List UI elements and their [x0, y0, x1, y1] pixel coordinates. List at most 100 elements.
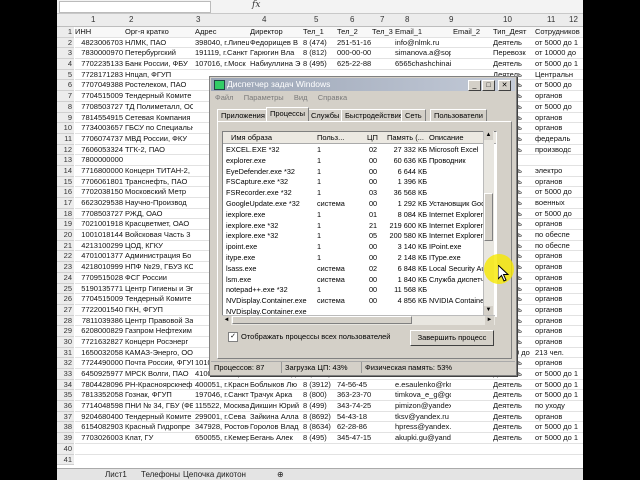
cell[interactable]: 343-74-25 — [337, 401, 371, 411]
cell[interactable]: КАМАЗ-Энерго, ОО — [125, 348, 193, 358]
cell[interactable]: 4823006703 — [75, 38, 123, 48]
column-image-name[interactable]: Имя образа — [231, 133, 272, 142]
cell[interactable]: 8 (800) — [303, 390, 336, 400]
cell[interactable]: ГКН, ФГУП — [125, 305, 193, 315]
cell[interactable]: 107016, г.Моск — [195, 59, 249, 69]
tab-applications[interactable]: Приложения — [217, 109, 269, 121]
cell[interactable]: Нпцап, ФГУП — [125, 70, 193, 80]
row-header[interactable]: 13 — [57, 155, 74, 166]
cell[interactable]: 5190135771 — [75, 284, 123, 294]
cell[interactable]: 7716800000 — [75, 166, 123, 176]
cell[interactable]: ТД Полиметалл, ОС — [125, 102, 193, 112]
cell[interactable]: от 5000 до 1 — [535, 59, 583, 69]
cell[interactable]: 8 (474) — [303, 38, 336, 48]
sheet-tab[interactable]: Цепочка дикотон — [183, 470, 246, 479]
cell[interactable]: 6623029538 — [75, 198, 123, 208]
cell[interactable]: Федорищев В — [250, 38, 302, 48]
cell[interactable]: Центральн — [535, 70, 583, 80]
scroll-left-arrow[interactable]: ◄ — [222, 316, 231, 325]
cell[interactable]: 000-00-00 — [337, 48, 371, 58]
cell[interactable]: органов — [535, 358, 583, 368]
row-header[interactable]: 26 — [57, 294, 74, 305]
row-header[interactable]: 33 — [57, 369, 74, 380]
minimize-button[interactable]: _ — [468, 80, 481, 91]
cell[interactable]: 4218010999 — [75, 262, 123, 272]
cell[interactable]: Тел_1 — [303, 27, 336, 37]
cell[interactable]: органов — [535, 177, 583, 187]
scroll-down-arrow[interactable]: ▼ — [484, 306, 493, 315]
cell[interactable]: органов — [535, 219, 583, 229]
row-header[interactable]: 34 — [57, 379, 74, 391]
cell[interactable]: 7704515009 — [75, 294, 123, 304]
cell[interactable]: 8 (499) — [303, 401, 336, 411]
process-row[interactable]: iexplore.exe 1 01 8 084 КБ Internet Explorer — [223, 210, 486, 221]
row-header[interactable]: 16 — [57, 187, 74, 198]
column-header[interactable]: 11 — [547, 15, 555, 24]
cell[interactable]: simanova.a@sop.metro.spb.ru — [395, 48, 451, 58]
process-row[interactable]: explorer.exe 1 00 60 636 КБ Проводник — [223, 156, 486, 167]
cell[interactable]: от 5000 до — [535, 102, 583, 112]
cell[interactable]: ТГК-2, ПАО — [125, 145, 193, 155]
cell[interactable]: Петербургский — [125, 48, 193, 58]
process-row[interactable]: NVDisplay.Container.exe система 00 4 856 КБ… — [223, 296, 487, 307]
cell[interactable]: от 5000 до 1 — [535, 369, 583, 379]
menu-file[interactable]: Файл — [215, 93, 233, 102]
row-header[interactable]: 2 — [57, 37, 74, 49]
cell[interactable]: 54-43-18 — [337, 412, 371, 422]
tab-performance[interactable]: Быстродействие — [341, 109, 407, 121]
column-header[interactable]: 1 — [91, 15, 95, 24]
sheet-tab[interactable]: Лист1 — [105, 470, 127, 479]
row-header[interactable]: 37 — [57, 411, 74, 423]
cell[interactable]: Концерн ТИТАН-2, — [125, 166, 193, 176]
cell[interactable]: 197046, г.Санкт — [195, 390, 249, 400]
process-row[interactable]: GoogleUpdate.exe *32 система 00 1 292 КБ Уст… — [223, 199, 489, 210]
cell[interactable]: ГБСУ по Специальн — [125, 123, 193, 133]
column-header[interactable]: 2 — [129, 15, 133, 24]
cell[interactable]: органов — [535, 316, 583, 326]
row-header[interactable]: 8 — [57, 101, 74, 113]
process-row[interactable]: ipoint.exe 1 00 3 140 КБ IPoint.exe — [223, 242, 486, 253]
row-header[interactable]: 23 — [57, 262, 74, 273]
cell[interactable]: info@nlmk.ru — [395, 38, 451, 48]
cell[interactable]: 7709515028 — [75, 273, 123, 283]
cell[interactable]: органов — [535, 412, 583, 422]
cell[interactable]: 7714048598 — [75, 401, 123, 411]
cell[interactable]: 7704515009 — [75, 91, 123, 101]
row-header[interactable]: 41 — [57, 454, 74, 466]
cell[interactable]: НЛМК, ПАО — [125, 38, 193, 48]
cell[interactable]: Сотрудников — [535, 27, 583, 37]
cell[interactable]: Тел_3 — [372, 27, 394, 37]
cell[interactable]: Гознак, ФГУП — [125, 390, 193, 400]
cell[interactable]: органов — [535, 305, 583, 315]
cell[interactable]: 398040, г.Липецк — [195, 38, 249, 48]
cell[interactable]: 7728171283 — [75, 70, 123, 80]
column-header[interactable]: 7 — [380, 15, 384, 24]
title-bar[interactable]: Диспетчер задач Windows _ □ ✕ — [211, 78, 515, 91]
process-row[interactable]: lsass.exe система 02 6 848 КБ Local Security… — [223, 264, 489, 275]
cell[interactable]: Деятель — [493, 59, 533, 69]
cell[interactable]: 6565chashchinaia@cbr.ru — [395, 59, 451, 69]
cell[interactable]: Деятель — [493, 412, 533, 422]
cell[interactable]: 6450925977 — [75, 369, 123, 379]
process-row[interactable]: FSRecorder.exe *32 1 03 36 568 КБ — [223, 188, 486, 199]
row-header[interactable]: 40 — [57, 443, 74, 455]
row-header[interactable]: 3 — [57, 48, 74, 60]
end-process-button[interactable]: Завершить процесс — [410, 330, 494, 346]
process-row[interactable]: notepad++.exe *32 1 00 11 568 КБ — [223, 285, 486, 296]
cell[interactable]: Email_2 — [453, 27, 491, 37]
column-user[interactable]: Польз... — [317, 133, 344, 142]
cell[interactable]: 8 (3912) — [303, 380, 336, 390]
cell[interactable]: Набиуллина Э — [250, 59, 302, 69]
row-header[interactable]: 5 — [57, 69, 74, 81]
cell[interactable]: Сетевая Компания — [125, 113, 193, 123]
cell[interactable]: 7706061801 — [75, 177, 123, 187]
column-header[interactable]: 9 — [449, 15, 453, 24]
cell[interactable]: Адрес — [195, 27, 249, 37]
cell[interactable]: 400051, г.Красн — [195, 380, 249, 390]
cell[interactable]: Гарюгин Вла — [250, 48, 302, 58]
row-header[interactable]: 9 — [57, 112, 74, 124]
cell[interactable]: по обеспе — [535, 241, 583, 251]
cell[interactable]: Банк России, ФБУ — [125, 59, 193, 69]
hscroll-thumb[interactable] — [232, 316, 412, 324]
process-row[interactable]: EXCEL.EXE *32 1 02 27 332 КБ Microsoft Excel — [223, 145, 486, 156]
